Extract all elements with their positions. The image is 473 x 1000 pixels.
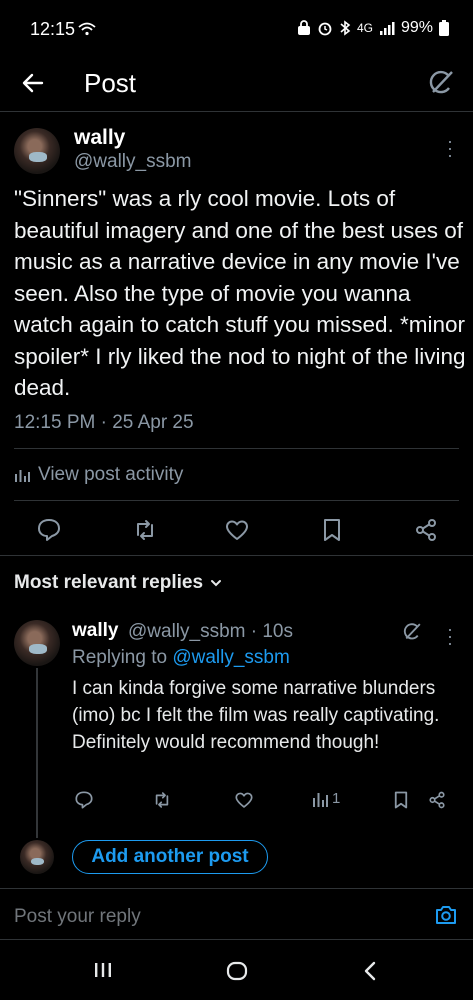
like-icon[interactable] — [224, 517, 250, 543]
post-action-bar — [0, 510, 473, 554]
back-arrow-icon[interactable] — [20, 70, 46, 96]
repost-icon — [155, 792, 169, 808]
reply-icon[interactable] — [36, 517, 62, 543]
wifi-icon — [78, 22, 96, 36]
lock-icon — [297, 20, 310, 35]
share-icon[interactable] — [414, 517, 438, 543]
status-time: 12:15 — [30, 19, 76, 39]
battery-percent: 99% — [400, 19, 433, 36]
grok-icon[interactable] — [427, 69, 455, 97]
analytics-icon — [313, 792, 328, 807]
reply-repost-button[interactable] — [152, 790, 172, 810]
home-icon[interactable] — [226, 960, 248, 982]
replies-sort-dropdown[interactable]: Most relevant replies — [14, 572, 223, 594]
reply-action-bar: 1 — [0, 790, 473, 816]
view-post-activity[interactable]: View post activity — [14, 464, 183, 486]
recent-apps-icon[interactable] — [92, 960, 114, 980]
reply-more-icon[interactable]: · · · — [447, 620, 453, 652]
replying-handle-link[interactable]: @wally_ssbm — [172, 647, 289, 668]
post-text: "Sinners" was a rly cool movie. Lots of … — [14, 186, 466, 400]
reply-meta: @wally_ssbm · 10s — [128, 621, 293, 642]
camera-icon[interactable] — [434, 904, 458, 926]
like-icon — [235, 792, 253, 808]
reply-like-button[interactable] — [234, 790, 254, 810]
replies-section-title: Most relevant replies — [14, 572, 204, 593]
status-icons: 4G 99% — [297, 19, 449, 37]
top-header: Post — [0, 58, 473, 112]
divider — [14, 448, 459, 449]
analytics-icon — [15, 470, 30, 482]
post-author-avatar[interactable] — [14, 128, 60, 174]
back-nav-icon[interactable] — [360, 960, 380, 982]
reply-text: I can kinda forgive some narrative blund… — [72, 678, 440, 753]
share-icon — [429, 791, 445, 809]
bluetooth-icon — [340, 20, 351, 36]
replying-to: Replying to @wally_ssbm — [72, 647, 290, 669]
status-bar: 12:15 4G 99% — [0, 0, 473, 58]
repost-icon[interactable] — [132, 517, 158, 543]
replying-prefix: Replying to — [72, 647, 168, 668]
chevron-down-icon — [211, 580, 222, 587]
signal-icon — [379, 22, 395, 35]
reply-author-name[interactable]: wally — [72, 620, 118, 642]
page-title: Post — [84, 68, 137, 98]
alarm-icon — [318, 22, 332, 36]
post-author-name[interactable]: wally — [74, 126, 125, 150]
post-author-handle[interactable]: @wally_ssbm — [74, 151, 191, 173]
network-label: 4G — [356, 21, 373, 35]
grok-icon[interactable] — [402, 622, 422, 642]
view-post-activity-label: View post activity — [38, 464, 184, 485]
bookmark-icon — [394, 791, 408, 809]
battery-icon — [439, 20, 449, 36]
reply-share-button[interactable] — [428, 790, 446, 810]
divider — [0, 555, 473, 556]
bookmark-icon[interactable] — [320, 517, 344, 543]
divider — [14, 500, 459, 501]
system-nav-bar — [0, 940, 473, 1000]
reply-compose-bar: Post your reply — [0, 888, 473, 940]
add-another-post-button[interactable]: Add another post — [72, 840, 268, 874]
reply-reply-button[interactable] — [74, 790, 94, 810]
post-timestamp: 12:15 PM · 25 Apr 25 — [14, 412, 194, 433]
reply-views-count: 1 — [332, 790, 341, 807]
reply-input[interactable]: Post your reply — [14, 906, 141, 928]
reply-icon — [75, 791, 93, 809]
reply-author-avatar[interactable] — [14, 620, 60, 666]
compose-avatar — [20, 840, 54, 874]
reply-bookmark-button[interactable] — [392, 790, 410, 810]
reply-views-button[interactable]: 1 — [312, 790, 340, 807]
post-more-icon[interactable]: · · · — [447, 132, 453, 164]
